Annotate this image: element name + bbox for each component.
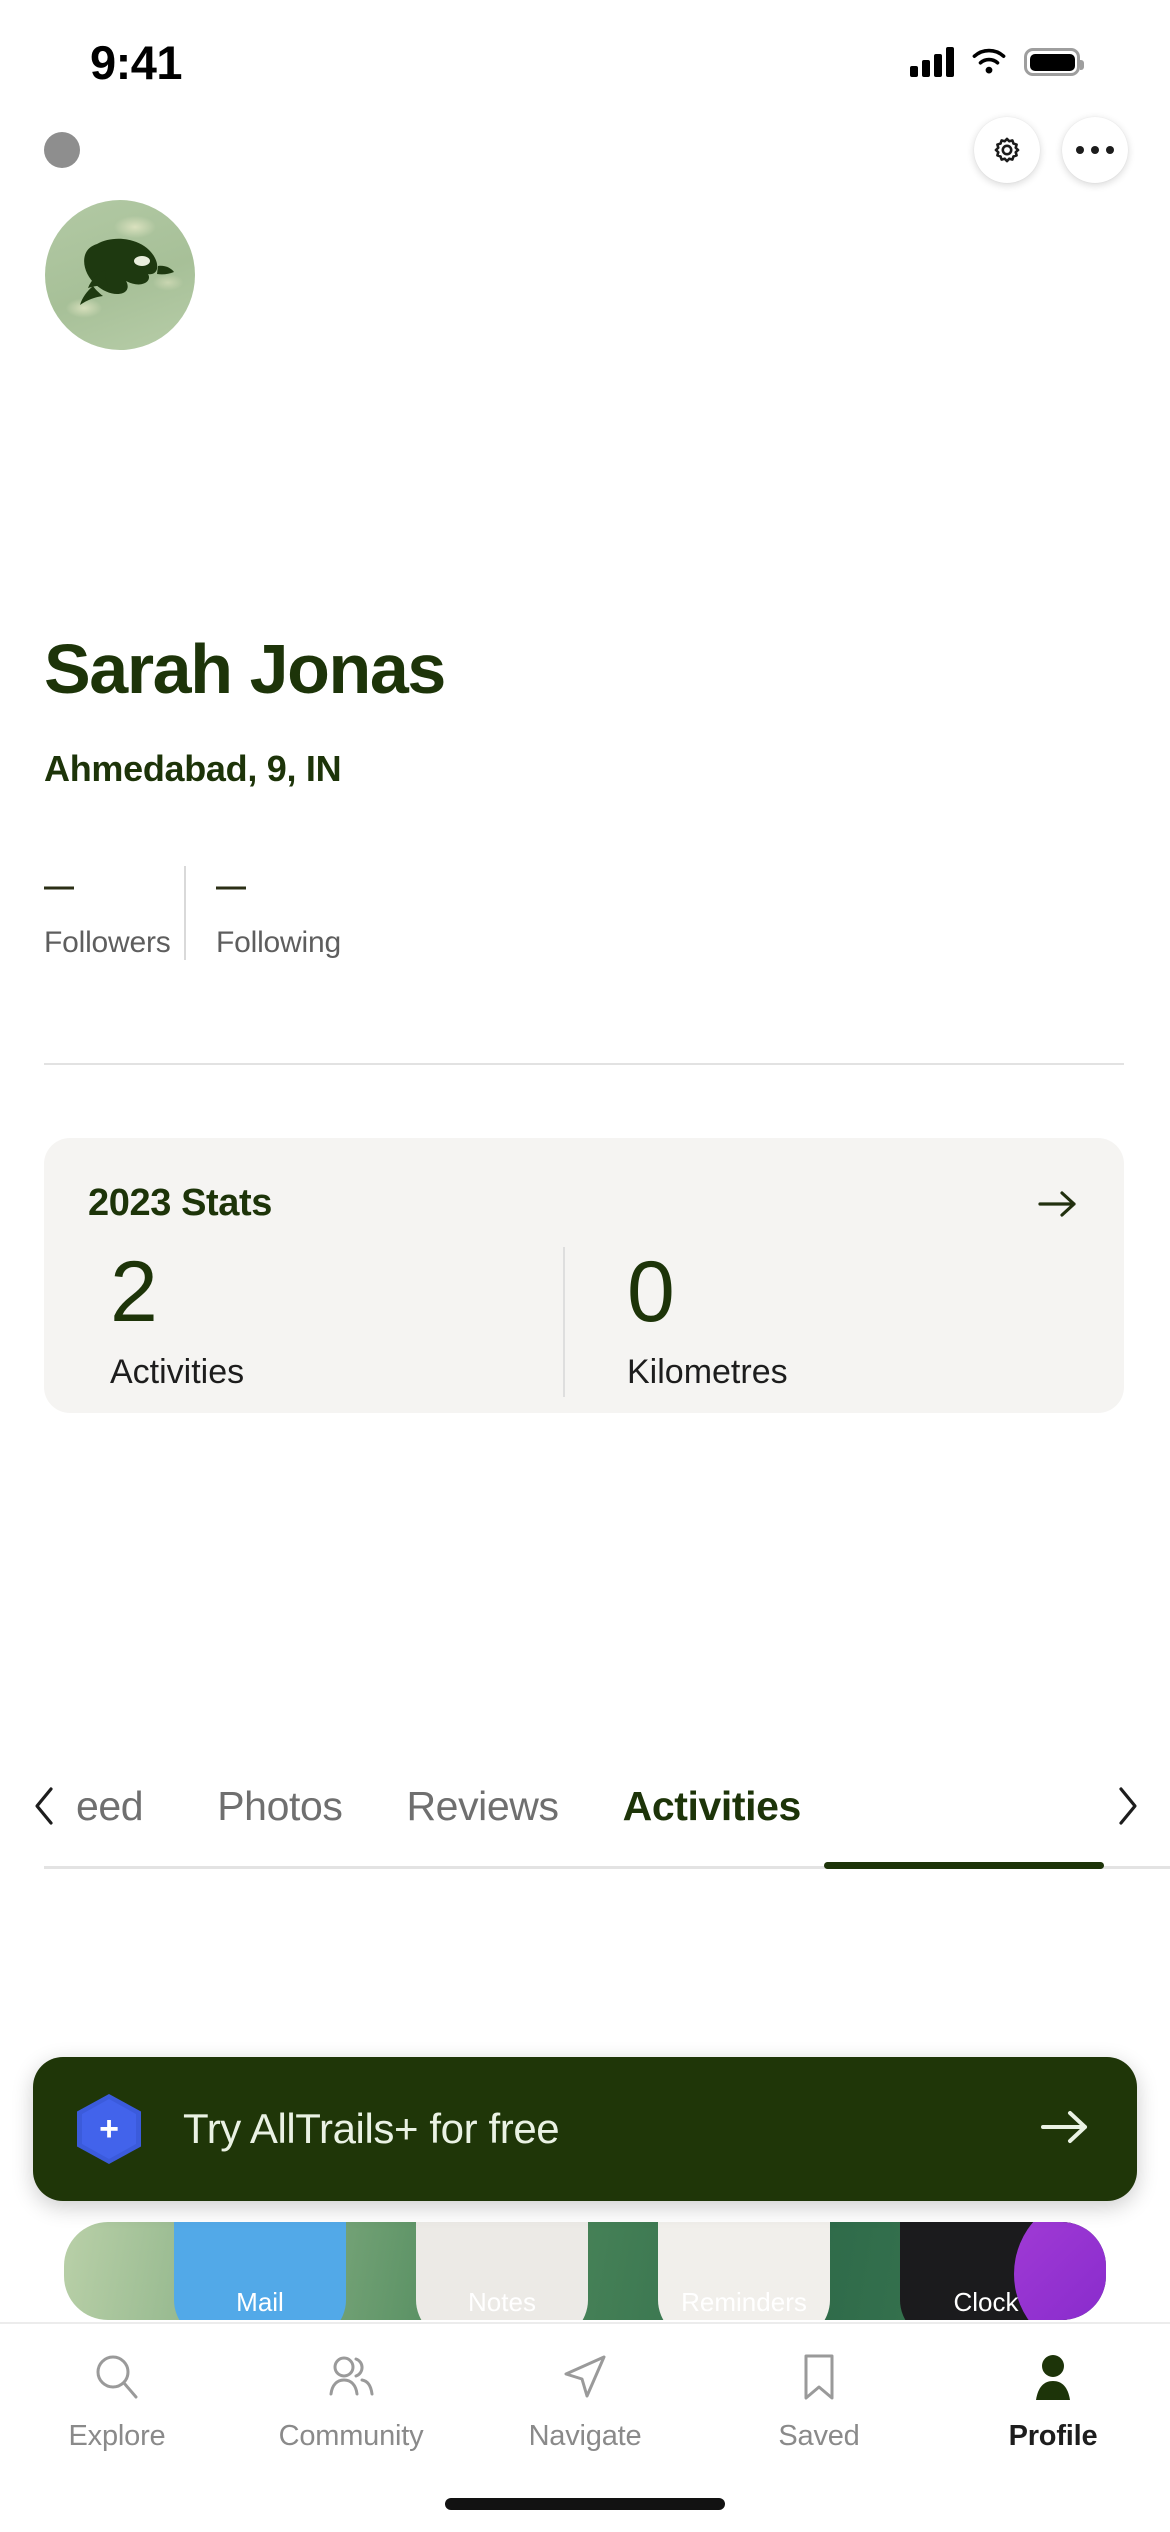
nav-item-profile[interactable]: Profile xyxy=(936,2350,1170,2474)
reminders-app-label: Reminders xyxy=(681,2287,807,2317)
following-value: — xyxy=(216,870,246,903)
bookmark-icon xyxy=(804,2354,834,2400)
profile-location: Ahmedabad, 9, IN xyxy=(44,748,342,789)
arrow-right-icon xyxy=(1041,2110,1087,2143)
stats-card-header: 2023 Stats xyxy=(88,1182,1080,1225)
profile-avatar[interactable] xyxy=(45,200,195,350)
nav-label-community: Community xyxy=(278,2420,424,2452)
tab-active-indicator xyxy=(824,1862,1104,1869)
nav-label-saved: Saved xyxy=(778,2420,860,2452)
stat-activities: 2 Activities xyxy=(88,1247,563,1397)
alltrails-plus-banner[interactable]: + Try AllTrails+ for free xyxy=(33,2057,1137,2201)
nav-item-saved[interactable]: Saved xyxy=(702,2350,936,2474)
home-indicator xyxy=(445,2498,725,2510)
stats-card-body: 2 Activities 0 Kilometres xyxy=(88,1247,1080,1397)
stats-card[interactable]: 2023 Stats 2 Activities 0 Kilometres xyxy=(44,1138,1124,1413)
followers-stat[interactable]: — Followers xyxy=(44,866,184,960)
alltrails-plus-hexagon-icon: + xyxy=(77,2094,141,2164)
people-icon xyxy=(329,2356,374,2396)
arrow-right-icon[interactable] xyxy=(1036,1187,1080,1221)
notes-app-label: Notes xyxy=(468,2287,536,2317)
chevron-right-icon xyxy=(1119,1787,1137,1825)
top-action-bar xyxy=(0,102,1170,198)
page-title: Sarah Jonas xyxy=(44,630,446,708)
phone-screen: 9:41 Sarah Jonas Ahmedabad, 9, IN — Foll… xyxy=(0,0,1170,2532)
homescreen-peek: Mail Notes Reminders Clock xyxy=(64,2222,1106,2320)
status-bar-indicators xyxy=(910,47,1084,77)
stat-activities-value: 2 xyxy=(110,1244,158,1340)
stat-kilometres: 0 Kilometres xyxy=(565,1247,1080,1397)
search-icon xyxy=(96,2355,138,2399)
cellular-signal-icon xyxy=(910,47,954,77)
following-stat[interactable]: — Following xyxy=(186,866,341,960)
tabs-next-button[interactable] xyxy=(1100,1785,1154,1827)
status-bar: 9:41 xyxy=(0,0,1170,100)
nav-label-profile: Profile xyxy=(1008,2420,1098,2452)
gear-icon xyxy=(994,137,1020,163)
clock-app-label: Clock xyxy=(953,2287,1019,2317)
more-options-icon xyxy=(1076,146,1114,154)
stat-kilometres-label: Kilometres xyxy=(627,1353,788,1392)
nav-item-community[interactable]: Community xyxy=(234,2350,468,2474)
wifi-icon xyxy=(972,48,1006,74)
nav-item-explore[interactable]: Explore xyxy=(0,2350,234,2474)
section-divider xyxy=(44,1063,1124,1065)
followers-value: — xyxy=(44,870,74,903)
chevron-left-icon xyxy=(35,1787,53,1825)
nav-label-explore: Explore xyxy=(68,2420,166,2452)
eagle-avatar-icon xyxy=(80,238,174,305)
navigation-arrow-icon xyxy=(564,2355,606,2398)
alltrails-plus-banner-arrow[interactable] xyxy=(1037,2106,1093,2153)
profile-tabs: eed Photos Reviews Activities xyxy=(0,1742,1170,1870)
status-bar-time: 9:41 xyxy=(90,35,183,89)
nav-label-navigate: Navigate xyxy=(528,2420,642,2452)
top-actions-group xyxy=(974,117,1128,183)
tab-photos[interactable]: Photos xyxy=(217,1783,343,1830)
back-dot-icon[interactable] xyxy=(44,132,80,168)
stat-activities-label: Activities xyxy=(110,1353,245,1392)
following-label: Following xyxy=(216,926,341,959)
person-icon xyxy=(1036,2355,1070,2400)
settings-button[interactable] xyxy=(974,117,1040,183)
tab-feed[interactable]: eed xyxy=(76,1783,144,1830)
mail-app-label: Mail xyxy=(236,2287,284,2317)
tabs-prev-button[interactable] xyxy=(18,1785,72,1827)
battery-icon xyxy=(1024,48,1084,76)
tab-reviews[interactable]: Reviews xyxy=(406,1783,559,1830)
bottom-nav-items: Explore Community Navigate Saved Profile xyxy=(0,2324,1170,2474)
follow-stats: — Followers — Following xyxy=(44,866,341,960)
tab-activities[interactable]: Activities xyxy=(623,1783,802,1830)
more-options-button[interactable] xyxy=(1062,117,1128,183)
nav-item-navigate[interactable]: Navigate xyxy=(468,2350,702,2474)
stat-kilometres-value: 0 xyxy=(627,1244,675,1340)
alltrails-plus-banner-text: Try AllTrails+ for free xyxy=(183,2105,560,2152)
followers-label: Followers xyxy=(44,926,171,959)
bottom-navigation: Explore Community Navigate Saved Profile xyxy=(0,2322,1170,2532)
stats-card-title: 2023 Stats xyxy=(88,1182,273,1224)
